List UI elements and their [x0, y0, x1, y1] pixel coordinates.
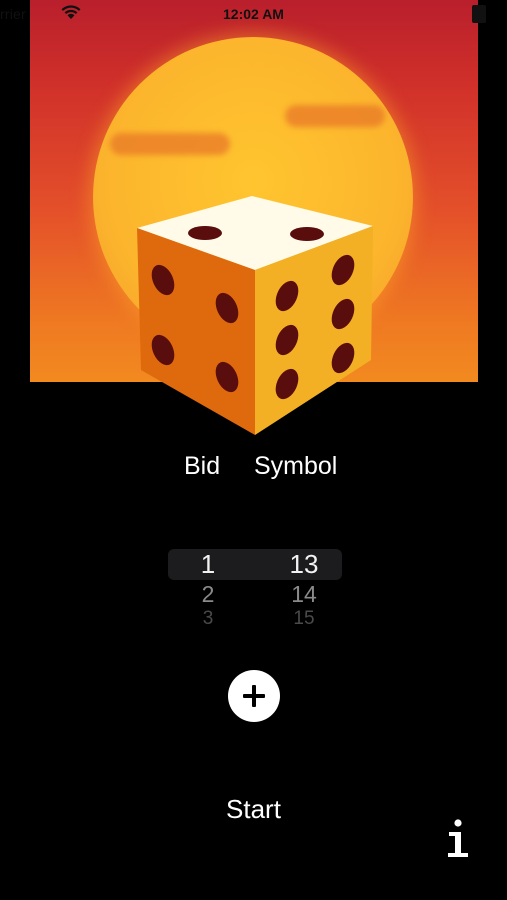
add-button[interactable]	[228, 670, 280, 722]
cloud	[285, 105, 385, 127]
bid-picker-row[interactable]: 3	[168, 608, 248, 626]
bid-symbol-picker[interactable]: 1 2 3 13 14 15	[168, 549, 342, 639]
symbol-picker-row[interactable]: 13	[264, 549, 344, 580]
cloud	[110, 133, 230, 155]
status-bar: rrier 12:02 AM	[0, 0, 507, 30]
start-button[interactable]: Start	[0, 794, 507, 825]
status-time: 12:02 AM	[223, 6, 284, 22]
picker-labels: Bid Symbol	[0, 452, 507, 486]
symbol-picker-row[interactable]: 14	[264, 580, 344, 608]
bid-picker-row[interactable]: 1	[168, 549, 248, 580]
bid-picker-column[interactable]: 1 2 3	[168, 549, 248, 626]
plus-icon	[243, 685, 265, 707]
bid-label: Bid	[184, 452, 221, 480]
symbol-picker-column[interactable]: 13 14 15	[264, 549, 344, 626]
bid-picker-row[interactable]: 2	[168, 580, 248, 608]
hero-illustration	[30, 0, 478, 450]
dice-icon	[137, 196, 373, 435]
symbol-picker-row[interactable]: 15	[264, 608, 344, 626]
battery-icon	[472, 5, 486, 23]
info-icon[interactable]	[443, 818, 473, 860]
symbol-label: Symbol	[254, 452, 338, 480]
